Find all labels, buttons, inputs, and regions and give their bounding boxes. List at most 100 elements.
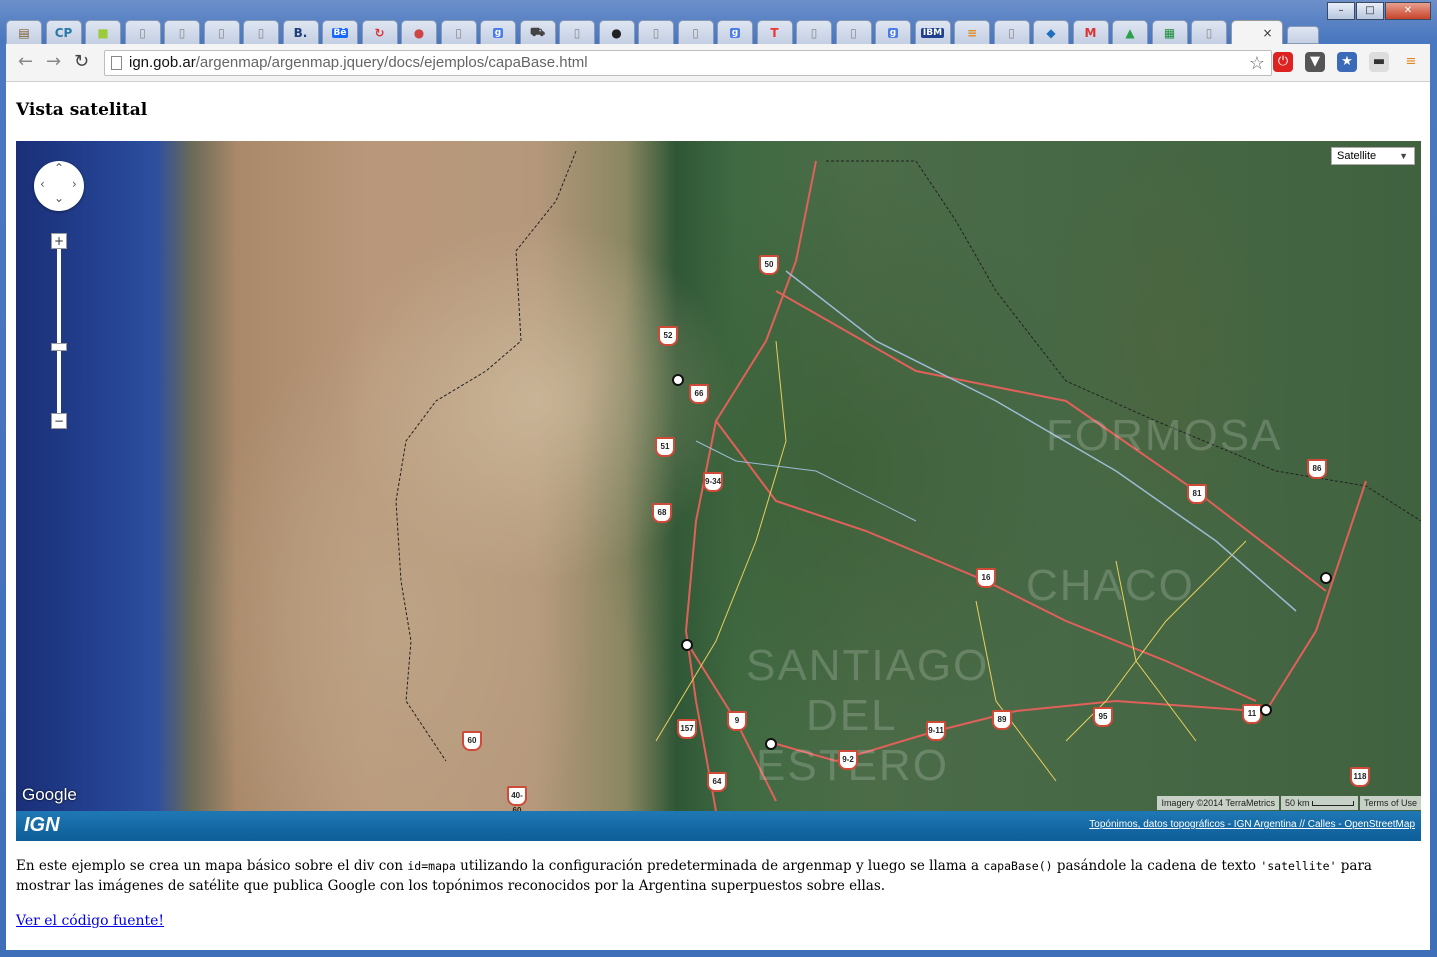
browser-tab[interactable]: ▯ [993, 20, 1030, 44]
google-logo: Google [22, 785, 77, 804]
active-tab[interactable]: × [1230, 20, 1283, 44]
browser-tab[interactable]: Bē [322, 20, 358, 44]
city-marker[interactable] [1260, 704, 1272, 716]
google-icon: g [729, 27, 741, 38]
browser-tab[interactable]: g [717, 20, 753, 44]
pocket-icon[interactable]: ▼ [1305, 52, 1325, 72]
route-shield: 89 [992, 710, 1012, 730]
map-type-select[interactable]: Satellite ▼ [1331, 147, 1415, 165]
minimize-button[interactable]: – [1327, 2, 1355, 20]
pan-control[interactable]: ⌃ ⌄ ‹ › [34, 161, 84, 211]
address-bar[interactable]: ign.gob.ar/argenmap/argenmap.jquery/docs… [104, 50, 1272, 76]
stop-icon[interactable]: ⏻ [1273, 52, 1293, 72]
route-shield: 95 [1093, 707, 1113, 727]
zoom-out-button[interactable]: − [51, 413, 67, 429]
city-marker[interactable] [681, 639, 693, 651]
page-icon: ▯ [573, 25, 581, 40]
browser-tab[interactable]: ◆ [1033, 20, 1069, 44]
reload-button[interactable]: ↻ [74, 52, 89, 72]
map-view[interactable]: FORMOSA CHACO SANTIAGO DEL ESTERO 505266… [16, 141, 1421, 811]
page-content: Vista satelital FORMOSA CHACO SANTIAGO D… [6, 82, 1430, 950]
route-line [975, 600, 1057, 782]
google-icon: g [492, 27, 504, 38]
source-code-link[interactable]: Ver el código fuente! [16, 913, 164, 929]
browser-toolbar: ← → ↻ ign.gob.ar/argenmap/argenmap.jquer… [6, 44, 1430, 82]
pan-right-icon[interactable]: › [72, 177, 77, 191]
chevron-down-icon: ▼ [1399, 151, 1408, 161]
browser-tab[interactable]: IBM [914, 20, 951, 44]
pan-down-icon[interactable]: ⌄ [54, 191, 64, 205]
browser-tab[interactable]: ▦ [1151, 20, 1188, 44]
browser-tab[interactable]: g [480, 20, 516, 44]
route-shield: 68 [652, 503, 672, 523]
browser-tab[interactable]: ● [598, 20, 635, 44]
close-window-button[interactable]: ✕ [1385, 2, 1431, 20]
map-footer: IGN Topónimos, datos topográficos - IGN … [16, 811, 1421, 841]
route-shield: 40-60 [507, 786, 527, 811]
browser-tab[interactable]: ▯ [1191, 20, 1227, 44]
city-marker[interactable] [1320, 572, 1332, 584]
route-line [1265, 480, 1367, 712]
browser-tab[interactable]: M [1072, 20, 1109, 44]
city-marker[interactable] [765, 738, 777, 750]
browser-tab[interactable]: ▯ [796, 20, 832, 44]
zoom-slider-thumb[interactable] [51, 343, 67, 351]
refresh-red-icon: ↻ [374, 25, 385, 40]
browser-tab[interactable]: ▯ [243, 20, 279, 44]
browser-tab[interactable]: B. [282, 20, 319, 44]
page-icon: ▯ [652, 25, 660, 40]
browser-tab[interactable]: T [756, 20, 793, 44]
t-icon: T [770, 25, 779, 40]
browser-tab[interactable]: ⛟ [519, 20, 556, 44]
attribution-link[interactable]: Topónimos, datos topográficos - IGN Arge… [1089, 819, 1415, 830]
browser-tab[interactable]: ▯ [638, 20, 674, 44]
browser-tab[interactable]: ● [401, 20, 437, 44]
route-shield: 9-34 [703, 472, 723, 492]
github-icon: ● [611, 25, 622, 40]
browser-tab[interactable]: CP [45, 20, 82, 44]
browser-tab[interactable]: ▯ [124, 20, 161, 44]
route-shield: 81 [1187, 484, 1207, 504]
city-marker[interactable] [672, 374, 684, 386]
menu-icon[interactable]: ≡ [1401, 52, 1421, 72]
pan-up-icon[interactable]: ⌃ [54, 161, 64, 175]
pan-left-icon[interactable]: ‹ [40, 177, 45, 191]
route-shield: 9-11 [926, 721, 946, 741]
route-shield: 16 [976, 568, 996, 588]
maximize-button[interactable]: □ [1356, 2, 1384, 20]
bookmark-star-icon[interactable]: ☆ [1249, 51, 1265, 75]
zoom-slider-track[interactable] [57, 249, 61, 413]
page-icon: ▯ [139, 25, 146, 40]
route-shield: 157 [677, 719, 697, 739]
close-tab-icon[interactable]: × [1262, 26, 1272, 40]
zoom-in-button[interactable]: + [51, 233, 67, 249]
page-icon: ▯ [455, 25, 462, 40]
browser-tab[interactable]: ■ [85, 20, 121, 44]
forward-button[interactable]: → [46, 52, 61, 72]
browser-tab[interactable]: ▯ [677, 20, 714, 44]
browser-tab[interactable]: ↻ [361, 20, 398, 44]
new-tab-button[interactable] [1286, 26, 1319, 44]
page-title: Vista satelital [16, 100, 148, 120]
browser-tab[interactable]: ▯ [203, 20, 240, 44]
browser-tab[interactable]: ▯ [835, 20, 872, 44]
browser-tab[interactable]: ▲ [1112, 20, 1148, 44]
browser-tab[interactable]: ▤ [6, 20, 42, 44]
page-icon: ▯ [850, 25, 857, 40]
url-text: ign.gob.ar/argenmap/argenmap.jquery/docs… [129, 54, 588, 71]
browser-window: – □ ✕ ▤ CP ■ ▯ ▯ ▯ ▯ B. Bē ↻ ● ▯ g ⛟ ▯ ● ▯ ▯ g T ▯ ▯ g IBM ≡ ▯ ◆ M ▲… [0, 0, 1437, 957]
browser-tab[interactable]: ▯ [440, 20, 477, 44]
browser-tab[interactable]: ▯ [164, 20, 200, 44]
back-button[interactable]: ← [18, 52, 33, 72]
bookmark-star-icon[interactable]: ★ [1337, 52, 1357, 72]
green-square-icon: ■ [97, 25, 109, 40]
window-controls: – □ ✕ [1326, 2, 1431, 20]
browser-tab[interactable]: ▯ [559, 20, 595, 44]
route-shield: 11 [1242, 704, 1262, 724]
browser-tab[interactable]: g [875, 20, 911, 44]
ign-logo: IGN [24, 814, 60, 836]
terms-link[interactable]: Terms of Use [1359, 796, 1421, 810]
browser-tab[interactable]: ≡ [954, 20, 990, 44]
folder-icon[interactable]: ▬ [1369, 52, 1389, 72]
province-border [395, 150, 577, 762]
